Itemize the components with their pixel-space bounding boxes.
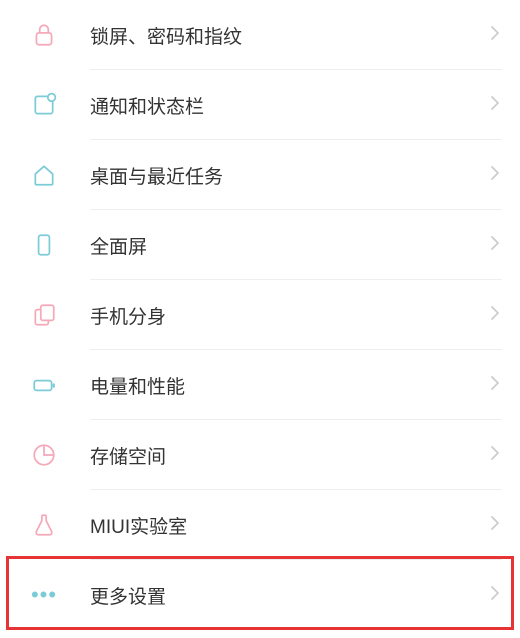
item-label: 手机分身 [90,302,490,329]
storage-icon [30,441,58,469]
item-label: 更多设置 [90,582,490,609]
fullscreen-icon [30,231,58,259]
settings-item-battery[interactable]: 电量和性能 [0,350,520,420]
lock-icon [30,21,58,49]
chevron-right-icon [490,25,500,46]
flask-icon [30,511,58,539]
settings-list: 锁屏、密码和指纹 通知和状态栏 桌面与最近任务 [0,0,520,630]
chevron-right-icon [490,585,500,606]
home-icon [30,161,58,189]
item-label: 全面屏 [90,232,490,259]
chevron-right-icon [490,95,500,116]
settings-item-lock[interactable]: 锁屏、密码和指纹 [0,0,520,70]
settings-item-second-space[interactable]: 手机分身 [0,280,520,350]
chevron-right-icon [490,445,500,466]
second-space-icon [30,301,58,329]
item-label: 电量和性能 [90,372,490,399]
item-label: MIUI实验室 [90,512,490,539]
item-label: 通知和状态栏 [90,92,490,119]
settings-item-notification[interactable]: 通知和状态栏 [0,70,520,140]
battery-icon [30,371,58,399]
chevron-right-icon [490,165,500,186]
notification-icon [30,91,58,119]
item-label: 存储空间 [90,442,490,469]
settings-item-home[interactable]: 桌面与最近任务 [0,140,520,210]
chevron-right-icon [490,375,500,396]
item-label: 锁屏、密码和指纹 [90,22,490,49]
settings-item-storage[interactable]: 存储空间 [0,420,520,490]
item-label: 桌面与最近任务 [90,162,490,189]
settings-item-fullscreen[interactable]: 全面屏 [0,210,520,280]
chevron-right-icon [490,515,500,536]
settings-item-miui-lab[interactable]: MIUI实验室 [0,490,520,560]
settings-item-more[interactable]: ••• 更多设置 [0,560,520,630]
chevron-right-icon [490,305,500,326]
more-icon: ••• [30,581,58,609]
chevron-right-icon [490,235,500,256]
